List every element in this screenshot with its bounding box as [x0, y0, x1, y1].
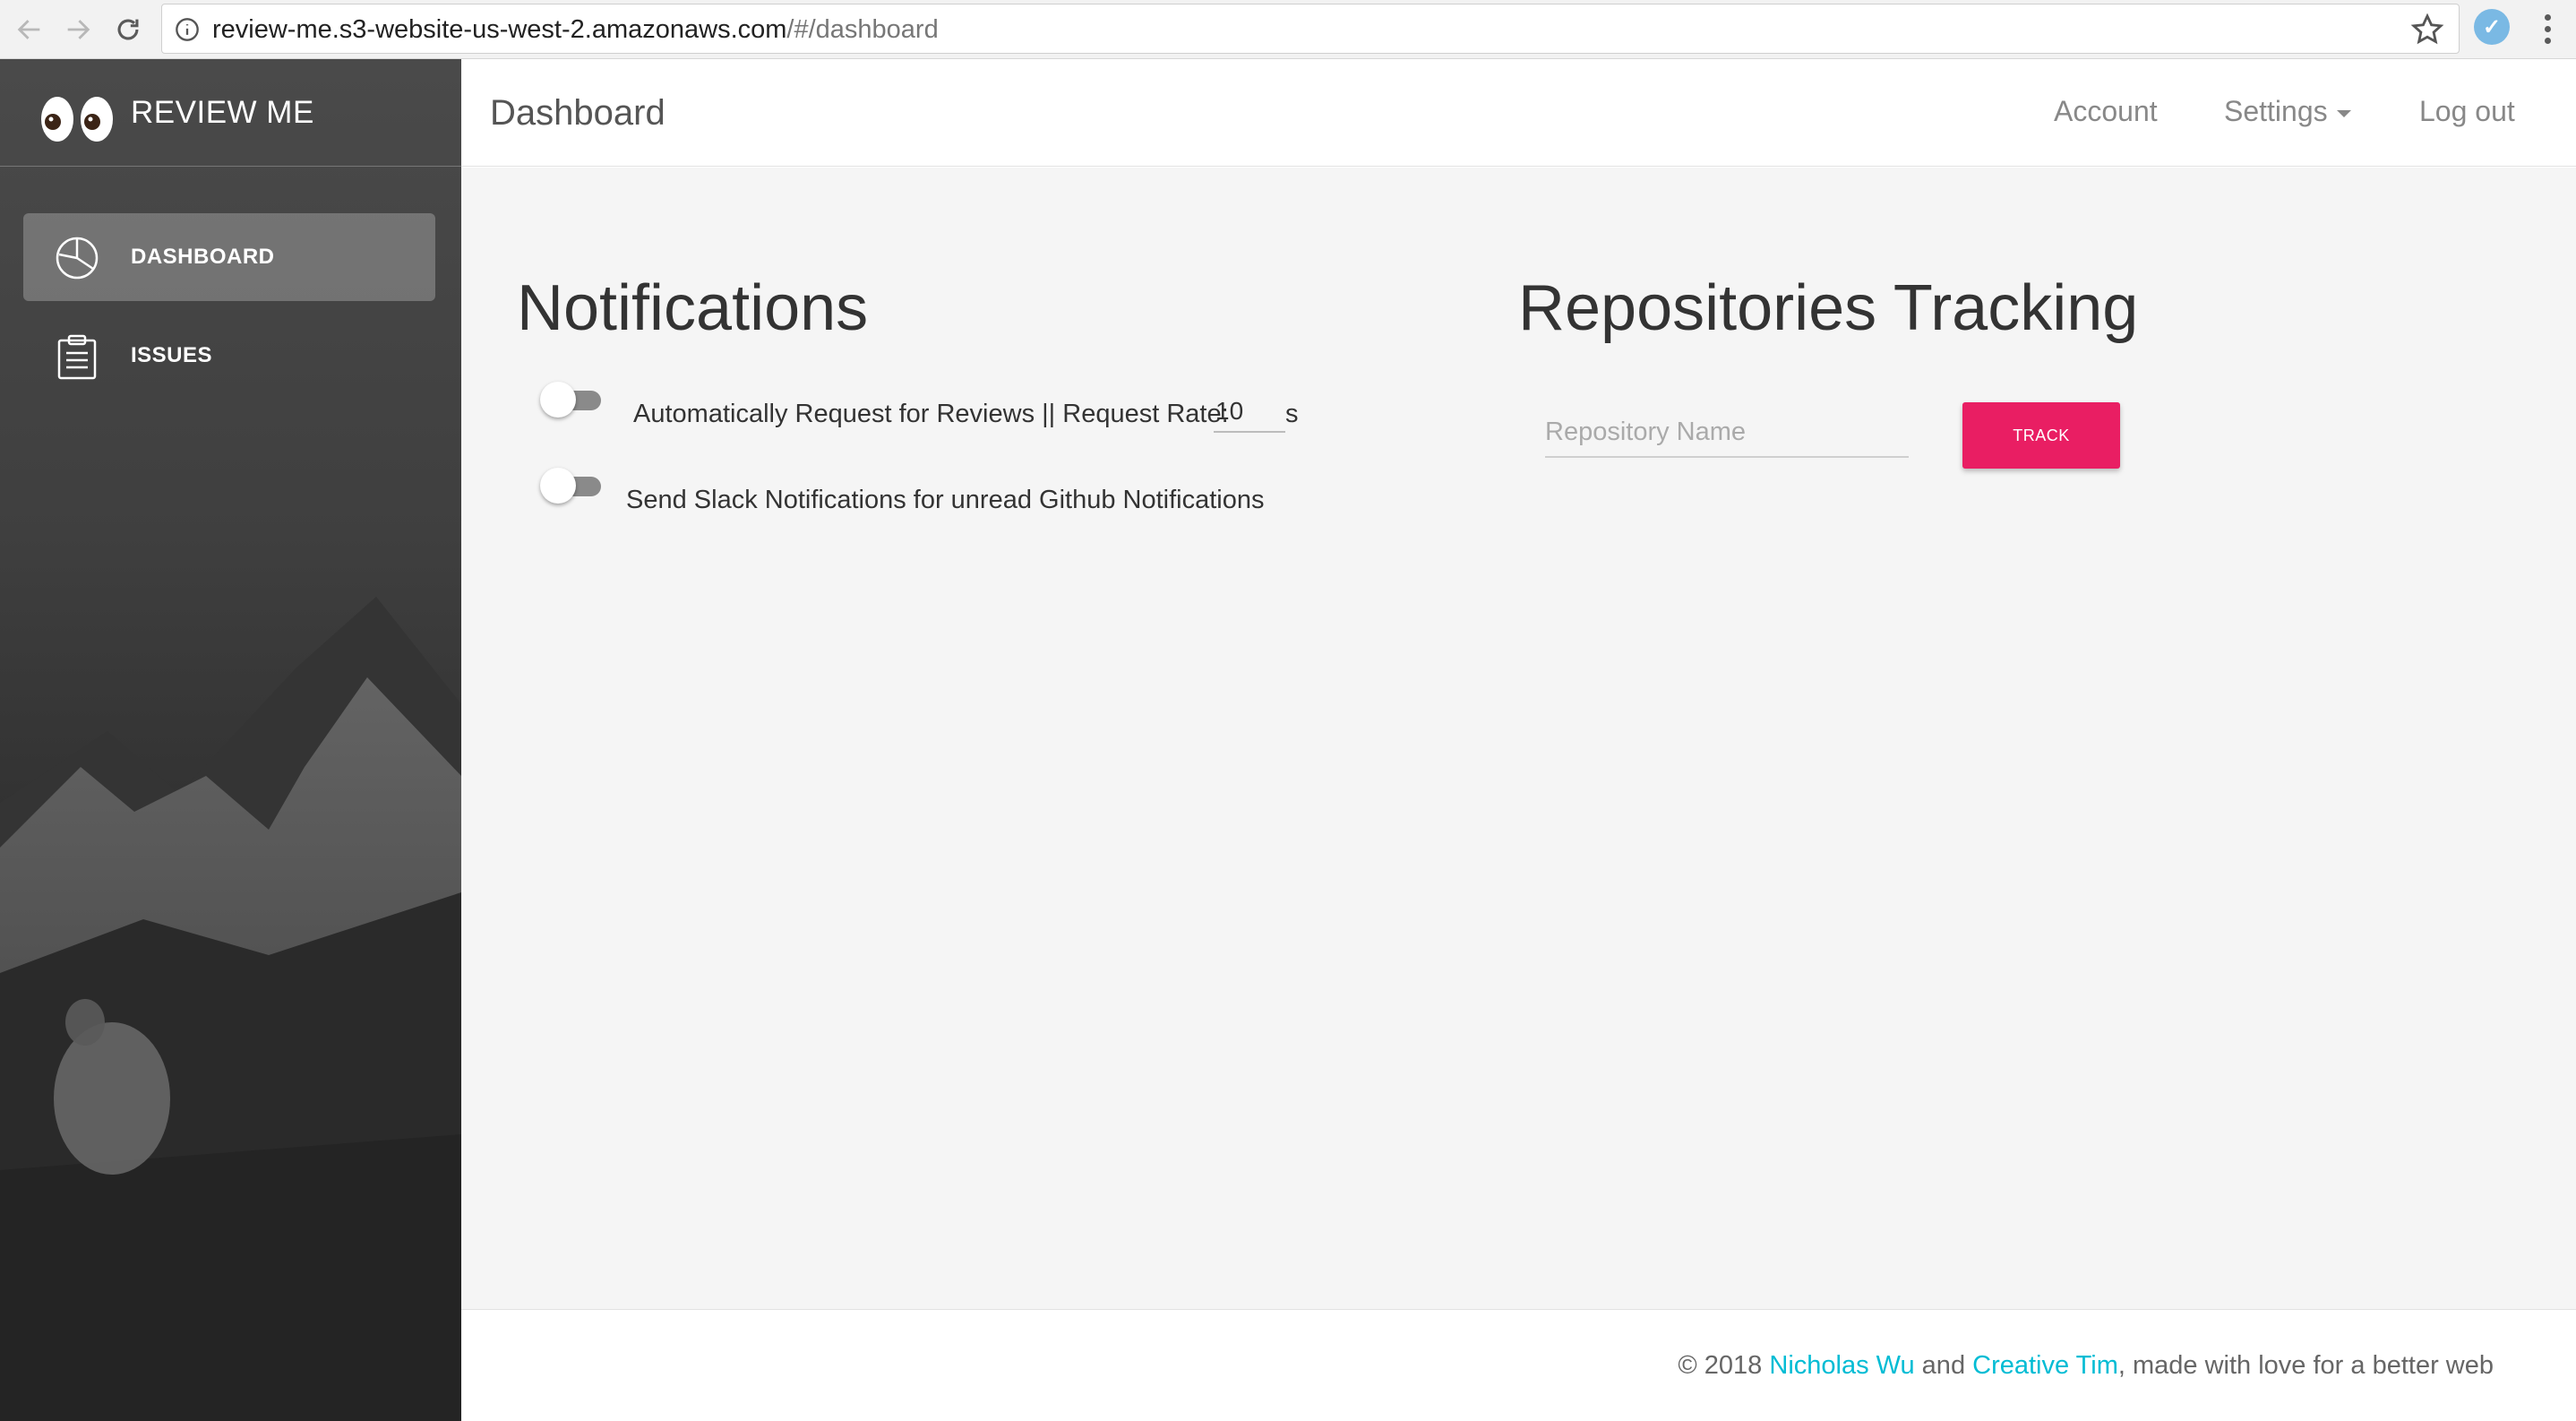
- request-rate-input[interactable]: [1214, 392, 1285, 433]
- url-path: /#/dashboard: [786, 15, 939, 44]
- author-link[interactable]: Nicholas Wu: [1769, 1351, 1914, 1380]
- forward-icon[interactable]: [56, 7, 100, 52]
- footer-copyright: © 2018 Nicholas Wu and Creative Tim, mad…: [1678, 1351, 2494, 1381]
- extension-icon[interactable]: ✓: [2474, 9, 2510, 45]
- repository-name-input[interactable]: [1545, 408, 1909, 458]
- main-content: Notifications Automatically Request for …: [461, 168, 2576, 1309]
- footer-connector: and: [1914, 1351, 1973, 1380]
- sidebar-background-image: [0, 597, 461, 1421]
- caret-down-icon: [2336, 109, 2351, 117]
- creative-tim-link[interactable]: Creative Tim: [1972, 1351, 2118, 1380]
- info-icon[interactable]: [175, 17, 200, 42]
- eyes-logo-icon: [41, 97, 113, 142]
- sidebar-item-label: ISSUES: [131, 343, 213, 367]
- footer-prefix: © 2018: [1678, 1351, 1770, 1380]
- brand-header[interactable]: REVIEW ME: [0, 59, 461, 167]
- browser-toolbar: review-me.s3-website-us-west-2.amazonaws…: [0, 0, 2576, 59]
- auto-request-toggle[interactable]: [540, 380, 603, 418]
- toggle-knob: [540, 382, 576, 418]
- repositories-heading: Repositories Tracking: [1518, 272, 2139, 344]
- footer: © 2018 Nicholas Wu and Creative Tim, mad…: [461, 1309, 2576, 1421]
- settings-dropdown[interactable]: Settings: [2224, 95, 2351, 128]
- page-title: Dashboard: [490, 93, 665, 133]
- slack-notifications-toggle[interactable]: [540, 466, 603, 504]
- request-rate-unit: s: [1285, 400, 1299, 428]
- browser-menu-icon[interactable]: [2529, 9, 2565, 48]
- pie-chart-icon: [56, 237, 99, 280]
- clipboard-icon: [57, 334, 97, 380]
- address-bar[interactable]: review-me.s3-website-us-west-2.amazonaws…: [161, 4, 2460, 54]
- settings-label: Settings: [2224, 95, 2328, 127]
- auto-request-label: Automatically Request for Reviews || Req…: [633, 400, 1229, 428]
- notifications-heading: Notifications: [517, 272, 869, 344]
- brand-name: REVIEW ME: [131, 95, 314, 130]
- sidebar-item-label: DASHBOARD: [131, 245, 275, 269]
- url-host: review-me.s3-website-us-west-2.amazonaws…: [212, 15, 787, 44]
- back-icon[interactable]: [7, 7, 52, 52]
- top-navbar: Dashboard Account Settings Log out: [461, 59, 2576, 167]
- sidebar-item-issues[interactable]: ISSUES: [23, 312, 435, 400]
- logout-link[interactable]: Log out: [2419, 95, 2515, 128]
- bookmark-star-icon[interactable]: [2410, 13, 2444, 47]
- footer-suffix: , made with love for a better web: [2117, 1351, 2494, 1380]
- toggle-knob: [540, 468, 576, 504]
- sidebar-item-dashboard[interactable]: DASHBOARD: [23, 213, 435, 301]
- reload-icon[interactable]: [106, 7, 150, 52]
- track-button[interactable]: TRACK: [1962, 402, 2120, 469]
- sidebar: REVIEW ME DASHBOARD ISSUES: [0, 59, 461, 1421]
- account-link[interactable]: Account: [2054, 95, 2158, 128]
- slack-notifications-label: Send Slack Notifications for unread Gith…: [626, 486, 1265, 514]
- url-text[interactable]: review-me.s3-website-us-west-2.amazonaws…: [212, 15, 939, 45]
